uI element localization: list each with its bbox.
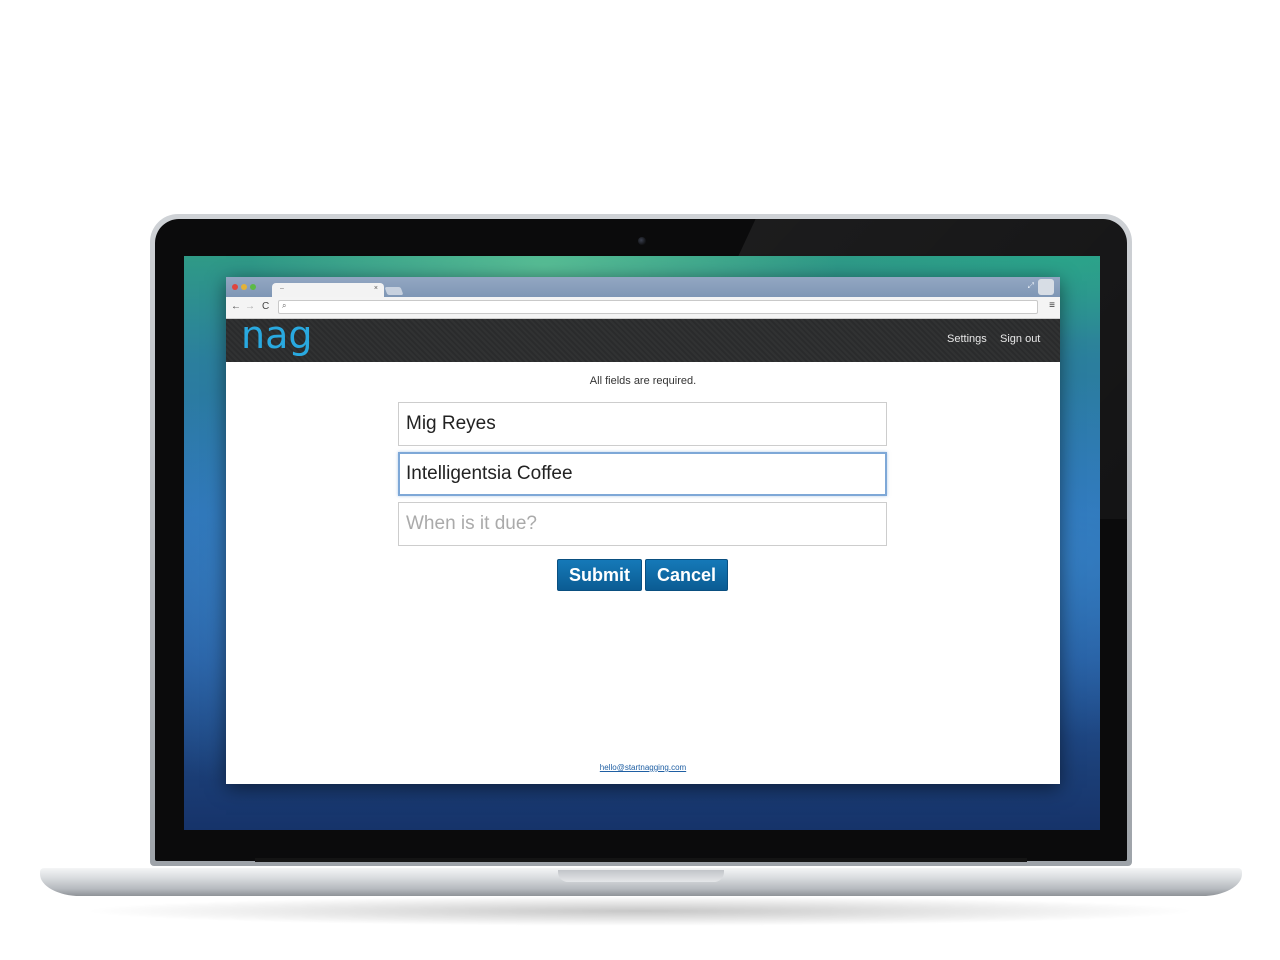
browser-tab[interactable]: – × — [272, 283, 384, 297]
zoom-window-icon[interactable] — [250, 284, 256, 290]
contact-email-link[interactable]: hello@startnagging.com — [226, 763, 1060, 772]
back-arrow-icon[interactable]: ← — [231, 301, 241, 313]
new-tab-button[interactable] — [384, 287, 404, 295]
name-input[interactable] — [398, 402, 887, 446]
forward-arrow-icon[interactable]: → — [245, 301, 255, 313]
task-input[interactable] — [398, 452, 887, 496]
close-window-icon[interactable] — [232, 284, 238, 290]
tab-close-icon[interactable]: × — [374, 285, 378, 292]
required-note: All fields are required. — [589, 375, 697, 387]
webcam — [638, 237, 646, 245]
profile-icon[interactable] — [1038, 279, 1054, 295]
address-bar[interactable]: ⌕ — [278, 300, 1038, 314]
bezel-bottom-strip — [255, 858, 1027, 862]
browser-menu-icon[interactable]: ≡ — [1049, 300, 1055, 311]
settings-link[interactable]: Settings — [947, 333, 987, 345]
sign-out-link[interactable]: Sign out — [1000, 333, 1040, 345]
laptop-shadow — [80, 896, 1200, 926]
minimize-window-icon[interactable] — [241, 284, 247, 290]
submit-button[interactable]: Submit — [557, 559, 642, 591]
tab-title: – — [280, 285, 284, 292]
nag-logo[interactable]: nag — [241, 313, 313, 357]
search-icon: ⌕ — [282, 301, 287, 310]
laptop-lip-notch — [558, 870, 724, 882]
cancel-button[interactable]: Cancel — [645, 559, 728, 591]
due-date-input[interactable] — [398, 502, 887, 546]
browser-window: – × ⤢ ← → C ⌕ ≡ nag Settings Sign out Al… — [226, 277, 1060, 784]
reload-icon[interactable]: C — [262, 301, 269, 313]
fullscreen-icon[interactable]: ⤢ — [1028, 281, 1034, 291]
browser-toolbar: ← → C ⌕ ≡ — [226, 297, 1060, 319]
site-header: nag Settings Sign out — [226, 313, 1060, 362]
tab-strip: – × ⤢ — [226, 277, 1060, 297]
